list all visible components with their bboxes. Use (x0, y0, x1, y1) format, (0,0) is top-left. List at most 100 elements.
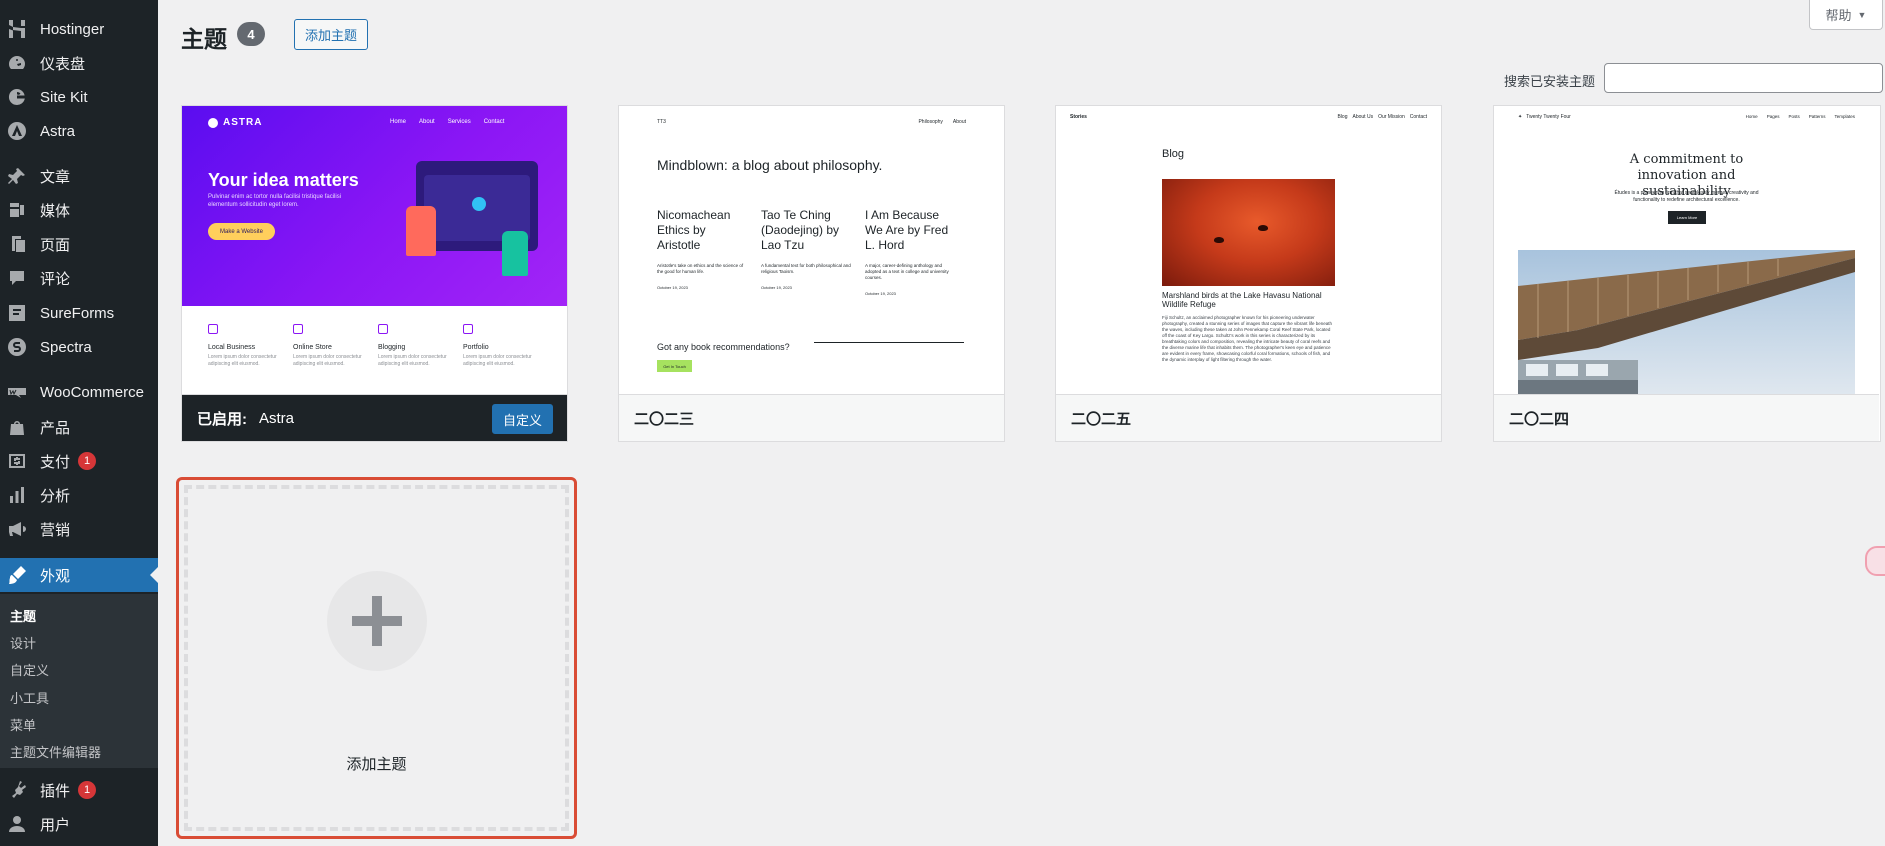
add-new-theme-card[interactable]: 添加主题 (176, 477, 577, 839)
preview-nav: Blog About Us Our Mission Contact (1337, 114, 1427, 120)
payments-icon (6, 450, 28, 472)
sidebar-item-plugins[interactable]: 插件 1 (0, 773, 158, 807)
submenu-item[interactable]: 主题 (10, 606, 36, 625)
pin-icon (6, 165, 28, 187)
sidebar-item-label: 插件 (40, 782, 71, 800)
submenu-item[interactable]: 菜单 (10, 715, 36, 734)
help-label: 帮助 (1825, 8, 1852, 23)
caret-down-icon: ▼ (1857, 9, 1867, 20)
theme-screenshot[interactable]: ✦ Twenty Twenty Four Home Pages Posts Patter… (1494, 106, 1879, 394)
sidebar-item-label: 页面 (40, 236, 71, 254)
preview-post-title: Marshland birds at the Lake Havasu Natio… (1162, 291, 1322, 309)
spectra-icon (6, 336, 28, 358)
theme-screenshot[interactable]: ASTRA Home About Services Contact Your i… (182, 106, 567, 394)
sidebar-item-payments[interactable]: 支付 1 (0, 444, 158, 478)
appearance-icon (6, 564, 28, 586)
sidebar-item-label: WooCommerce (40, 383, 144, 401)
theme-name: 二〇二四 (1509, 411, 1570, 428)
sidebar-item-media[interactable]: 媒体 (0, 193, 158, 227)
submenu-item[interactable]: 自定义 (10, 660, 49, 679)
preview-building-image (1518, 250, 1855, 394)
submenu-item[interactable]: 小工具 (10, 688, 49, 707)
sidebar-item-products[interactable]: 产品 (0, 410, 158, 444)
preview-button: Learn More (1668, 211, 1706, 224)
add-new-theme-dropzone[interactable]: 添加主题 (184, 485, 569, 831)
floating-assistant-icon[interactable] (1865, 546, 1885, 576)
sidebar-item-marketing[interactable]: 营销 (0, 512, 158, 546)
submenu-item[interactable]: 设计 (10, 633, 36, 652)
submenu-item[interactable]: 主题文件编辑器 (10, 742, 101, 761)
search-label: 搜索已安装主题 (1504, 74, 1596, 89)
astra-logo: ASTRA (208, 117, 262, 128)
pages-icon (6, 233, 28, 255)
sidebar-item-astra[interactable]: Astra (0, 114, 158, 148)
divider (814, 342, 964, 343)
theme-screenshot[interactable]: TT3 Philosophy About Mindblown: a blog ab… (619, 106, 1004, 394)
theme-card-astra[interactable]: ASTRA Home About Services Contact Your i… (181, 105, 568, 442)
help-tab[interactable]: 帮助 ▼ (1809, 0, 1883, 30)
theme-screenshot[interactable]: Stories Blog About Us Our Mission Contact B… (1056, 106, 1441, 394)
theme-name-bar: 二〇二三 (619, 394, 1004, 441)
sidebar-item-label: 外观 (40, 567, 71, 585)
portfolio-icon (463, 324, 473, 334)
update-count-badge: 1 (78, 452, 97, 470)
theme-count-badge: 4 (237, 22, 265, 46)
sidebar-item-label: Spectra (40, 338, 92, 356)
astra-preview-features: Local Business Lorem ipsum dolor consecte… (208, 324, 548, 368)
person-illustration (502, 231, 528, 276)
sidebar-item-hostinger[interactable]: Hostinger (0, 12, 158, 46)
sidebar-item-label: 产品 (40, 419, 71, 437)
pen-icon (378, 324, 388, 334)
sidebar-item-comments[interactable]: 评论 (0, 261, 158, 295)
sidebar-item-label: 媒体 (40, 202, 71, 220)
sidebar-item-sureforms[interactable]: SureForms (0, 296, 158, 330)
sidebar-item-appearance[interactable]: 外观 (0, 558, 158, 592)
sidebar-item-pages[interactable]: 页面 (0, 227, 158, 261)
search-installed-themes-input[interactable] (1604, 63, 1883, 93)
preview-heading: Blog (1162, 148, 1185, 160)
astra-icon (6, 120, 28, 142)
sidebar-item-sitekit[interactable]: Site Kit (0, 80, 158, 114)
theme-name-bar: 二〇二五 (1056, 394, 1441, 441)
theme-name: Astra (259, 410, 295, 427)
building-illustration (1518, 250, 1855, 394)
astra-preview-subtext: Pulvinar enim ac tortor nulla facilisi t… (208, 194, 342, 208)
add-new-theme-label: 添加主题 (346, 756, 407, 773)
preview-button: Get In Touch (657, 360, 692, 372)
sidebar-item-dashboard[interactable]: 仪表盘 (0, 46, 158, 80)
sidebar-item-analytics[interactable]: 分析 (0, 478, 158, 512)
preview-bird-image (1162, 179, 1335, 286)
sidebar-item-pin[interactable]: 文章 (0, 159, 158, 193)
preview-subtext: Études is a pioneering firm that seamles… (1614, 190, 1759, 203)
sidebar-item-label: SureForms (40, 304, 115, 322)
sidebar-item-label: 用户 (40, 816, 71, 834)
add-theme-button[interactable]: 添加主题 (294, 19, 369, 50)
comments-icon (6, 267, 28, 289)
preview-nav: Home Pages Posts Patterns Templates (1745, 114, 1855, 119)
sidebar-item-spectra[interactable]: Spectra (0, 330, 158, 364)
woocommerce-icon (6, 381, 28, 403)
preview-posts: Nicomachean Ethics by Aristotle Aristotle… (657, 208, 949, 296)
preview-headline: Mindblown: a blog about philosophy. (657, 157, 883, 173)
appearance-submenu: 主题设计自定义小工具菜单主题文件编辑器 (0, 594, 158, 768)
users-icon (6, 813, 28, 835)
marketing-icon (6, 518, 28, 540)
theme-name: 二〇二五 (1071, 411, 1132, 428)
theme-card-twentytwentyfive[interactable]: Stories Blog About Us Our Mission Contact B… (1055, 105, 1442, 442)
hostinger-icon (6, 18, 28, 40)
sitekit-icon (6, 86, 28, 108)
sidebar-item-woocommerce[interactable]: WooCommerce (0, 375, 158, 409)
sidebar-item-label: 营销 (40, 521, 71, 539)
theme-card-twentytwentyfour[interactable]: ✦ Twenty Twenty Four Home Pages Posts Patter… (1493, 105, 1881, 442)
admin-sidebar: Hostinger 仪表盘 Site Kit Astra 文章媒体页面评论 SureFor… (0, 0, 158, 846)
sureforms-icon (6, 302, 28, 324)
preview-post-text: Fiji Schultz, an acclaimed photographer … (1162, 315, 1333, 362)
update-count-badge: 1 (78, 781, 97, 799)
astra-preview-cta: Make a Website (208, 223, 275, 240)
customize-button[interactable]: 自定义 (491, 404, 553, 434)
sidebar-item-users[interactable]: 用户 (0, 807, 158, 841)
page-title: 主题 (181, 26, 227, 52)
sidebar-item-label: 分析 (40, 487, 71, 505)
theme-name: 二〇二三 (634, 411, 695, 428)
theme-card-twentytwentythree[interactable]: TT3 Philosophy About Mindblown: a blog ab… (618, 105, 1005, 442)
